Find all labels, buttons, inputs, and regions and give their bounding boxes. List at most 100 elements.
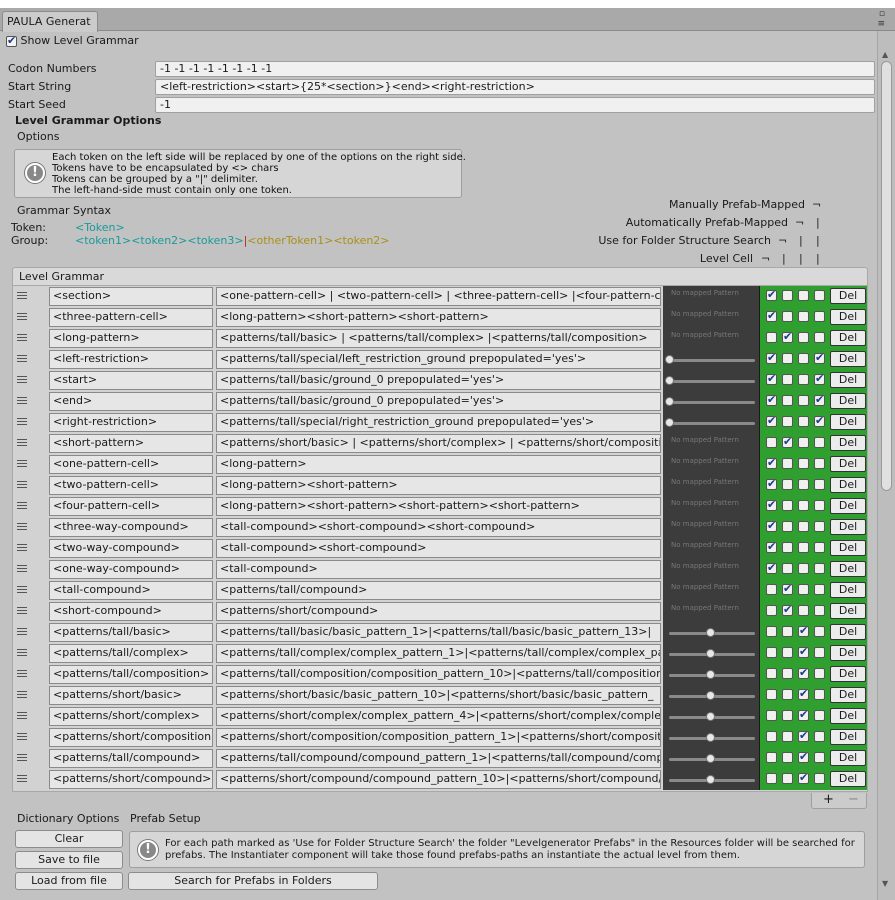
- level-cell-checkbox[interactable]: [766, 689, 777, 700]
- rule-field[interactable]: <patterns/short/complex/complex_pattern_…: [216, 707, 661, 726]
- delete-row-button[interactable]: Del: [830, 666, 866, 682]
- weight-slider-thumb[interactable]: [706, 754, 715, 763]
- rule-field[interactable]: <long-pattern><short-pattern>: [216, 476, 661, 495]
- auto-mapped-checkbox[interactable]: [798, 374, 809, 385]
- manual-mapped-checkbox[interactable]: [814, 290, 825, 301]
- folder-search-checkbox[interactable]: [782, 353, 793, 364]
- folder-search-checkbox[interactable]: [782, 731, 793, 742]
- rule-field[interactable]: <patterns/tall/basic/ground_0 prepopulat…: [216, 371, 661, 390]
- level-cell-checkbox[interactable]: [766, 414, 777, 427]
- drag-handle-icon[interactable]: [17, 523, 27, 530]
- delete-row-button[interactable]: Del: [830, 624, 866, 640]
- token-field[interactable]: <two-pattern-cell>: [49, 476, 213, 495]
- rule-field[interactable]: <patterns/tall/compound/compound_pattern…: [216, 749, 661, 768]
- folder-search-checkbox[interactable]: [782, 311, 793, 322]
- folder-search-checkbox[interactable]: [782, 668, 793, 679]
- scroll-down-icon[interactable]: ▼: [882, 879, 888, 888]
- folder-search-checkbox[interactable]: [782, 290, 793, 301]
- weight-slider-track[interactable]: [669, 380, 755, 383]
- delete-row-button[interactable]: Del: [830, 372, 866, 388]
- delete-row-button[interactable]: Del: [830, 456, 866, 472]
- drag-handle-icon[interactable]: [17, 418, 27, 425]
- rule-field[interactable]: <patterns/tall/special/right_restriction…: [216, 413, 661, 432]
- level-cell-checkbox[interactable]: [766, 710, 777, 721]
- drag-handle-icon[interactable]: [17, 775, 27, 782]
- tab-paula-generator[interactable]: PAULA Generat: [2, 11, 98, 32]
- token-field[interactable]: <short-pattern>: [49, 434, 213, 453]
- auto-mapped-checkbox[interactable]: [798, 521, 809, 532]
- manual-mapped-checkbox[interactable]: [814, 332, 825, 343]
- token-field[interactable]: <patterns/short/basic>: [49, 686, 213, 705]
- auto-mapped-checkbox[interactable]: [798, 645, 809, 658]
- folder-search-checkbox[interactable]: [782, 479, 793, 490]
- level-cell-checkbox[interactable]: [766, 456, 777, 469]
- delete-row-button[interactable]: Del: [830, 414, 866, 430]
- auto-mapped-checkbox[interactable]: [798, 666, 809, 679]
- save-to-file-button[interactable]: Save to file: [15, 851, 123, 869]
- folder-search-checkbox[interactable]: [782, 563, 793, 574]
- manual-mapped-checkbox[interactable]: [814, 437, 825, 448]
- drag-handle-icon[interactable]: [17, 376, 27, 383]
- folder-search-checkbox[interactable]: [782, 582, 793, 595]
- delete-row-button[interactable]: Del: [830, 771, 866, 787]
- level-cell-checkbox[interactable]: [766, 647, 777, 658]
- weight-slider-thumb[interactable]: [665, 376, 674, 385]
- token-field[interactable]: <four-pattern-cell>: [49, 497, 213, 516]
- codon-numbers-field[interactable]: -1 -1 -1 -1 -1 -1 -1 -1: [155, 61, 875, 77]
- auto-mapped-checkbox[interactable]: [798, 563, 809, 574]
- level-cell-checkbox[interactable]: [766, 731, 777, 742]
- scrollbar-thumb[interactable]: [881, 61, 892, 491]
- token-field[interactable]: <two-way-compound>: [49, 539, 213, 558]
- delete-row-button[interactable]: Del: [830, 309, 866, 325]
- manual-mapped-checkbox[interactable]: [814, 372, 825, 385]
- auto-mapped-checkbox[interactable]: [798, 542, 809, 553]
- level-cell-checkbox[interactable]: [766, 288, 777, 301]
- rule-field[interactable]: <patterns/tall/special/left_restriction_…: [216, 350, 661, 369]
- weight-slider-thumb[interactable]: [665, 418, 674, 427]
- weight-slider-thumb[interactable]: [706, 691, 715, 700]
- delete-row-button[interactable]: Del: [830, 288, 866, 304]
- delete-row-button[interactable]: Del: [830, 582, 866, 598]
- delete-row-button[interactable]: Del: [830, 477, 866, 493]
- folder-search-checkbox[interactable]: [782, 458, 793, 469]
- weight-slider-thumb[interactable]: [665, 355, 674, 364]
- drag-handle-icon[interactable]: [17, 712, 27, 719]
- auto-mapped-checkbox[interactable]: [798, 708, 809, 721]
- weight-slider-track[interactable]: [669, 422, 755, 425]
- folder-search-checkbox[interactable]: [782, 647, 793, 658]
- manual-mapped-checkbox[interactable]: [814, 605, 825, 616]
- rule-field[interactable]: <patterns/tall/composition/composition_p…: [216, 665, 661, 684]
- folder-search-checkbox[interactable]: [782, 395, 793, 406]
- drag-handle-icon[interactable]: [17, 565, 27, 572]
- auto-mapped-checkbox[interactable]: [798, 311, 809, 322]
- scroll-up-icon[interactable]: ▲: [882, 50, 888, 59]
- drag-handle-icon[interactable]: [17, 607, 27, 614]
- folder-search-checkbox[interactable]: [782, 500, 793, 511]
- token-field[interactable]: <one-way-compound>: [49, 560, 213, 579]
- weight-slider-thumb[interactable]: [706, 775, 715, 784]
- level-cell-checkbox[interactable]: [766, 393, 777, 406]
- level-cell-checkbox[interactable]: [766, 668, 777, 679]
- level-cell-checkbox[interactable]: [766, 519, 777, 532]
- rule-field[interactable]: <one-pattern-cell> | <two-pattern-cell> …: [216, 287, 661, 306]
- level-cell-checkbox[interactable]: [766, 540, 777, 553]
- delete-row-button[interactable]: Del: [830, 330, 866, 346]
- auto-mapped-checkbox[interactable]: [798, 624, 809, 637]
- weight-slider-thumb[interactable]: [665, 397, 674, 406]
- manual-mapped-checkbox[interactable]: [814, 414, 825, 427]
- folder-search-checkbox[interactable]: [782, 330, 793, 343]
- token-field[interactable]: <patterns/tall/complex>: [49, 644, 213, 663]
- auto-mapped-checkbox[interactable]: [798, 416, 809, 427]
- rule-field[interactable]: <patterns/tall/basic/ground_0 prepopulat…: [216, 392, 661, 411]
- drag-handle-icon[interactable]: [17, 649, 27, 656]
- manual-mapped-checkbox[interactable]: [814, 393, 825, 406]
- token-field[interactable]: <patterns/short/compound>: [49, 770, 213, 789]
- level-cell-checkbox[interactable]: [766, 752, 777, 763]
- level-cell-checkbox[interactable]: [766, 626, 777, 637]
- delete-row-button[interactable]: Del: [830, 687, 866, 703]
- folder-search-checkbox[interactable]: [782, 752, 793, 763]
- delete-row-button[interactable]: Del: [830, 393, 866, 409]
- drag-handle-icon[interactable]: [17, 292, 27, 299]
- rule-field[interactable]: <tall-compound><short-compound><short-co…: [216, 518, 661, 537]
- token-field[interactable]: <start>: [49, 371, 213, 390]
